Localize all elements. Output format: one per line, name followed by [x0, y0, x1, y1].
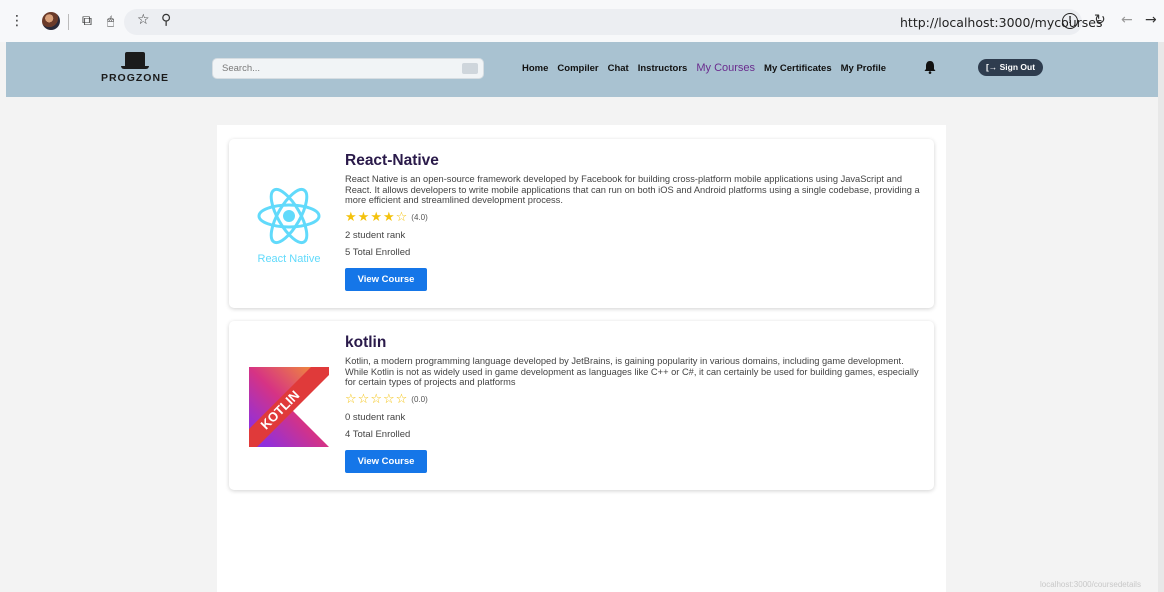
course-card: React Native React-Native React Native i…	[229, 139, 934, 308]
course-body: React-Native React Native is an open-sou…	[345, 152, 920, 291]
nav-link-home[interactable]: Home	[522, 63, 548, 74]
scrollbar[interactable]	[1158, 42, 1164, 592]
divider	[68, 14, 69, 30]
course-description: React Native is an open-source framework…	[345, 174, 920, 205]
nav-link-chat[interactable]: Chat	[608, 63, 629, 74]
search-placeholder: Search...	[222, 63, 261, 74]
profile-avatar[interactable]	[42, 12, 60, 30]
star-empty-icon: ☆	[370, 391, 382, 407]
mouse-icon[interactable]: 🖱	[107, 14, 114, 28]
view-course-button[interactable]: View Course	[345, 267, 427, 291]
bell-icon[interactable]	[924, 60, 936, 74]
nav-link-my-courses[interactable]: My Courses	[696, 62, 755, 74]
browser-toolbar: ⋮ ⧉ 🖱 ☆ ⚲ http://localhost:3000/mycourse…	[0, 0, 1164, 42]
star-empty-icon: ☆	[357, 391, 370, 407]
thumb-label: React Native	[258, 253, 321, 265]
star-empty-icon: ☆	[395, 209, 408, 225]
rating-value: (4.0)	[411, 212, 428, 222]
back-icon[interactable]: ←	[1121, 13, 1133, 27]
star-filled-icon: ★	[370, 209, 382, 225]
info-icon[interactable]: !	[1062, 13, 1078, 29]
kotlin-logo: KOTLIN	[249, 367, 329, 447]
star-filled-icon: ★	[382, 209, 395, 225]
view-course-button[interactable]: View Course	[345, 449, 427, 473]
course-body: kotlin Kotlin, a modern programming lang…	[345, 334, 920, 473]
status-bar: localhost:3000/coursedetails	[1040, 580, 1141, 589]
star-empty-icon: ☆	[395, 391, 408, 407]
student-rank: 2 student rank	[345, 229, 406, 241]
star-icon[interactable]: ☆	[137, 13, 150, 27]
app-navbar: PROGZONE Search... Home Compiler Chat In…	[6, 42, 1158, 97]
rating-stars: ☆ ☆ ☆ ☆ ☆ (0.0)	[345, 393, 920, 406]
rating-stars: ★ ★ ★ ★ ☆ (4.0)	[345, 211, 920, 224]
course-description: Kotlin, a modern programming language de…	[345, 356, 919, 387]
react-native-logo: React Native	[257, 187, 321, 265]
nav-link-compiler[interactable]: Compiler	[557, 63, 598, 74]
search-button[interactable]	[462, 63, 478, 74]
rating-value: (0.0)	[411, 394, 428, 404]
reload-icon[interactable]: ↻	[1094, 13, 1106, 27]
logo[interactable]: PROGZONE	[100, 52, 170, 88]
sign-out-button[interactable]: [→ Sign Out	[978, 59, 1043, 76]
nav-menu: Home Compiler Chat Instructors My Course…	[522, 62, 886, 74]
nav-link-my-certificates[interactable]: My Certificates	[764, 63, 832, 74]
course-card: KOTLIN kotlin Kotlin, a modern programmi…	[229, 321, 934, 490]
search-input[interactable]: Search...	[212, 58, 484, 79]
star-filled-icon: ★	[357, 209, 370, 225]
total-enrolled: 5 Total Enrolled	[345, 246, 411, 258]
nav-link-my-profile[interactable]: My Profile	[841, 63, 886, 74]
courses-panel: React Native React-Native React Native i…	[217, 125, 946, 592]
star-empty-icon: ☆	[345, 391, 357, 407]
search-icon[interactable]: ⚲	[161, 13, 171, 27]
course-title[interactable]: kotlin	[345, 334, 920, 352]
nav-link-instructors[interactable]: Instructors	[638, 63, 688, 74]
star-empty-icon: ☆	[382, 391, 395, 407]
menu-dots-icon[interactable]: ⋮	[10, 14, 24, 28]
star-filled-icon: ★	[345, 209, 357, 225]
course-title[interactable]: React-Native	[345, 152, 920, 170]
forward-icon[interactable]: →	[1145, 13, 1157, 27]
laptop-icon	[121, 52, 149, 69]
student-rank: 0 student rank	[345, 411, 406, 423]
logo-text: PROGZONE	[100, 72, 170, 84]
total-enrolled: 4 Total Enrolled	[345, 428, 411, 440]
extensions-icon[interactable]: ⧉	[82, 14, 92, 28]
